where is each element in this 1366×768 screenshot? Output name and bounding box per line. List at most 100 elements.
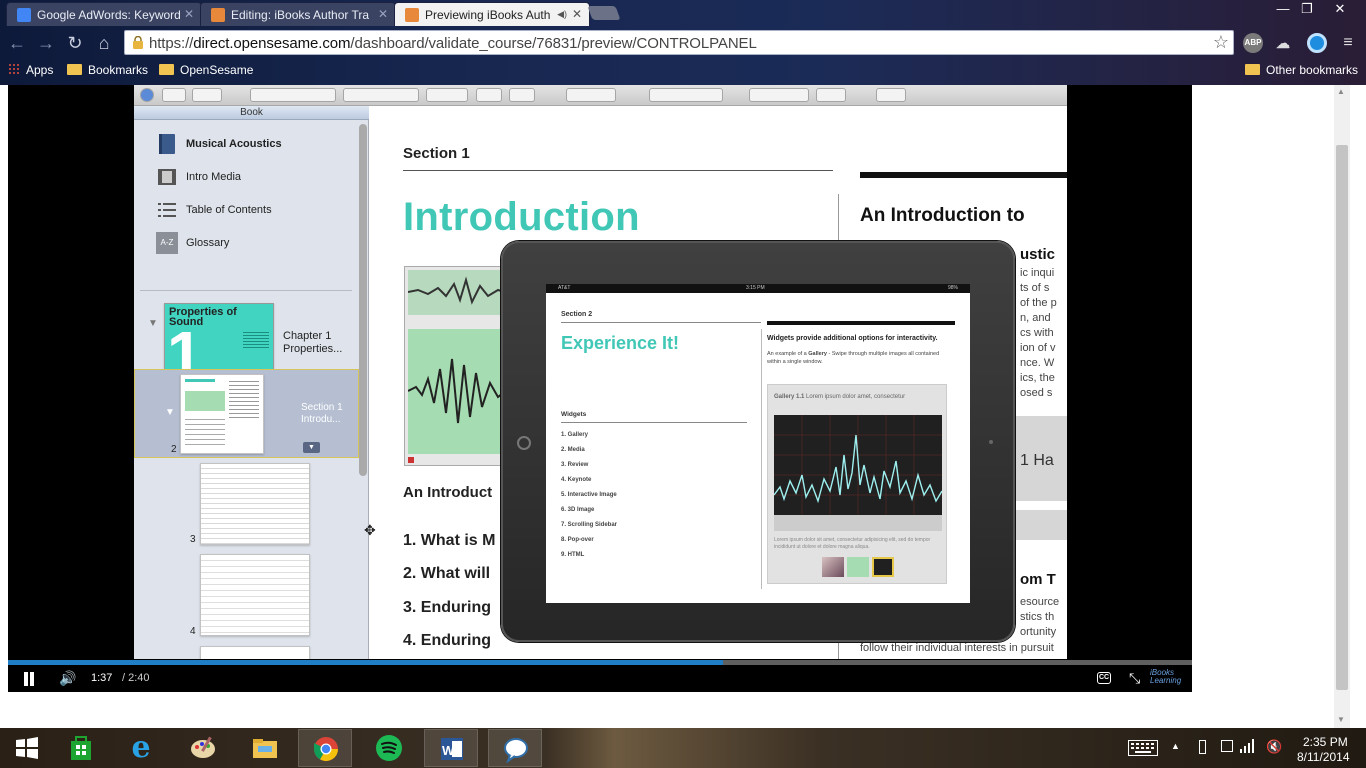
restore-button[interactable]: ❐ [1292,0,1322,18]
widgets-intro-text: An example of a Gallery - Swipe through … [767,351,940,365]
section-label: Section 1 [301,402,343,413]
section-heading: Section 1 [403,145,470,162]
scrollbar-thumb[interactable] [1336,145,1348,690]
page-scrollbar[interactable]: ▲ ▼ [1334,85,1350,728]
tab-google-adwords[interactable]: Google AdWords: Keyword ✕ [6,2,202,26]
book-sidebar: Book Musical Acoustics Intro Media Table… [134,106,369,659]
store-taskbar-button[interactable] [54,729,108,767]
spotify-taskbar-button[interactable] [362,729,416,767]
folder-icon [1245,64,1260,75]
bookmarks-folder[interactable]: Bookmarks [67,63,148,77]
url-text: https://direct.opensesame.com/dashboard/… [149,35,757,52]
toolbar-columns [816,88,846,102]
book-icon [159,134,175,154]
tab-previewing-ibooks[interactable]: Previewing iBooks Auth ◀) ✕ [394,2,590,26]
paint-palette-icon [191,736,215,758]
file-explorer-taskbar-button[interactable] [238,729,292,767]
page-number: 3 [190,534,196,545]
page-number: 4 [190,626,196,637]
page-3-thumbnail [200,463,310,545]
sidebar-scrollbar [359,124,367,476]
browser-chrome: Google AdWords: Keyword ✕ Editing: iBook… [0,0,1366,85]
volume-icon[interactable]: 🔊 [59,670,76,687]
folder-icon [67,64,82,75]
close-window-button[interactable]: ✕ [1325,0,1355,18]
toolbar-typeface-dropdown [343,88,419,102]
section-expand-icon: ▼ [303,442,320,453]
introduction-title: Introduction [403,195,640,239]
ipad-preview: AT&T 3:15 PM 98% Section 2 Experience It… [501,241,1015,642]
close-tab-icon[interactable]: ✕ [572,7,582,21]
cloud-icon[interactable]: ☁ [1273,33,1293,53]
gallery-axis [774,515,942,531]
volume-muted-icon[interactable]: 🔇 [1266,739,1282,755]
home-icon[interactable]: ⌂ [93,32,115,54]
extension-circle-icon[interactable] [1307,33,1327,53]
apps-grid-icon [8,63,20,75]
paint-taskbar-button[interactable] [176,729,230,767]
close-tab-icon[interactable]: ✕ [378,7,388,21]
heading-rule-thick [860,172,1067,178]
objective-1: 1. What is M [403,532,496,549]
keyboard-icon[interactable] [1128,740,1158,756]
glossary-icon: A-Z [156,232,178,254]
toolbar-style-box [192,88,222,102]
bookmarks-bar: Apps Bookmarks OpenSesame Other bookmark… [0,58,1366,83]
heading-rule [403,170,833,171]
internet-explorer-taskbar-button[interactable]: e [114,729,168,767]
page-number: 2 [171,444,177,455]
close-tab-icon[interactable]: ✕ [184,7,194,21]
new-tab-button[interactable] [587,6,621,20]
ipad-home-button-icon [517,436,531,450]
brand-logo: iBooks Learning [1150,668,1182,685]
clock-time[interactable]: 2:35 PM [1303,735,1348,749]
tab-title: Editing: iBooks Author Tra [231,8,370,22]
widget-list-item: 9. HTML [561,552,585,558]
opensesame-favicon-icon [405,8,419,22]
page-5-thumbnail [200,646,310,659]
show-hidden-icons-icon[interactable]: ▲ [1171,741,1180,751]
objective-3: 3. Enduring [403,599,491,616]
reload-icon[interactable]: ↻ [64,32,86,54]
battery-icon[interactable] [1199,740,1206,754]
chrome-taskbar-button[interactable] [298,729,352,767]
chapter-sub: Properties... [283,343,343,355]
menu-icon[interactable]: ≡ [1338,33,1358,53]
url-bar[interactable]: https://direct.opensesame.com/dashboard/… [124,30,1234,55]
lock-icon [133,36,143,49]
chat-taskbar-button[interactable] [488,729,542,767]
adblock-plus-icon[interactable]: ABP [1243,33,1263,53]
folder-icon [159,64,174,75]
closed-captions-button[interactable]: CC [1097,672,1111,684]
tab-title: Previewing iBooks Auth [425,8,551,22]
signal-bars-icon[interactable] [1240,739,1256,753]
clock-date[interactable]: 8/11/2014 [1297,750,1350,764]
notification-flag-icon[interactable] [1221,740,1233,752]
other-bookmarks-folder[interactable]: Other bookmarks [1245,63,1358,77]
toolbar-bold-italic-underline [566,88,616,102]
gallery-thumb [847,557,869,577]
back-arrow-icon[interactable]: ← [6,32,28,54]
section-sub: Introdu... [301,414,341,425]
tab-editing-ibooks[interactable]: Editing: iBooks Author Tra ✕ [200,2,396,26]
chrome-logo-icon [314,737,338,762]
scroll-down-icon[interactable]: ▼ [1337,715,1345,724]
pause-button[interactable] [22,672,36,686]
page-4-thumbnail [200,554,310,636]
forward-arrow-icon[interactable]: → [35,32,57,54]
toolbar-style-box [162,88,186,102]
chat-bubble-icon [504,738,528,763]
ipad-screen: AT&T 3:15 PM 98% Section 2 Experience It… [546,284,970,603]
fullscreen-toggle-icon[interactable]: ⤡ [1129,670,1140,687]
intro-subheading: An Introduct [403,484,493,501]
apps-shortcut[interactable]: Apps [8,63,53,77]
word-taskbar-button[interactable]: W [424,729,478,767]
start-button[interactable] [0,729,54,767]
bookmark-star-icon[interactable]: ☆ [1213,32,1229,53]
scroll-up-icon[interactable]: ▲ [1337,87,1345,96]
widget-list-item: 1. Gallery [561,432,589,438]
widget-list-item: 3. Review [561,462,589,468]
tab-title: Google AdWords: Keyword [37,8,181,22]
store-bag-icon [71,736,91,760]
opensesame-folder[interactable]: OpenSesame [159,63,253,77]
